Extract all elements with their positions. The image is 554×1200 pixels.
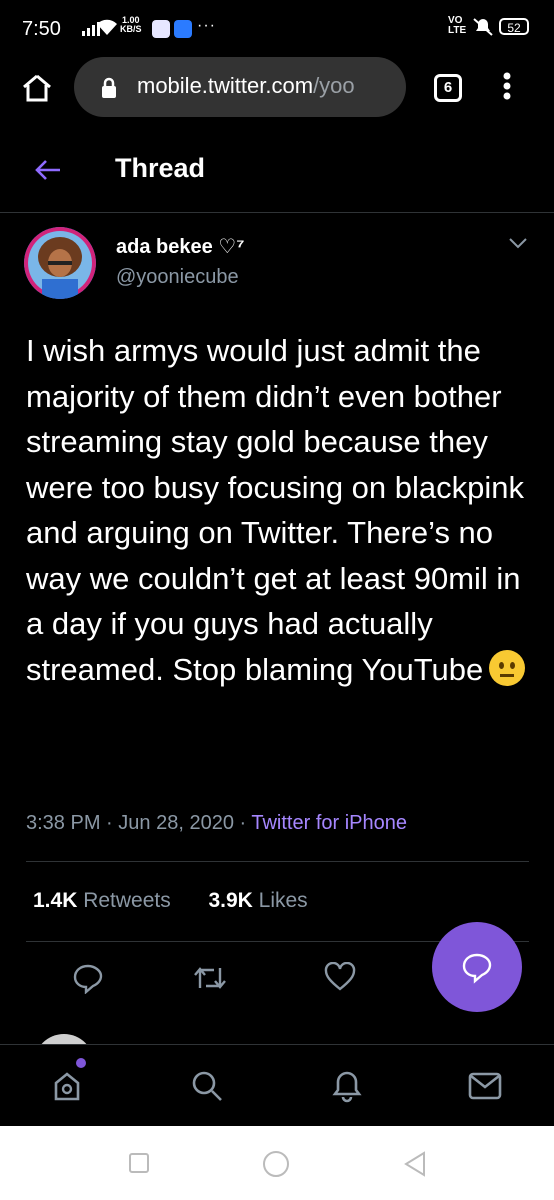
status-bar: 7:50 1.00 KB/S ··· VO LTE 52 [0, 0, 554, 58]
back-triangle-icon[interactable] [402, 1150, 428, 1178]
lock-icon [102, 77, 116, 98]
url-text[interactable]: mobile.twitter.com/yoo [137, 73, 395, 99]
notifications-icon[interactable] [330, 1067, 364, 1103]
notification-app-icon [152, 20, 170, 38]
meta-divider [26, 861, 529, 862]
chevron-down-icon[interactable] [508, 236, 528, 250]
status-time: 7:50 [22, 18, 61, 40]
likes-stat[interactable]: 3.9K Likes [208, 889, 307, 912]
menu-dots-icon[interactable] [502, 72, 512, 102]
neutral-face-emoji [489, 649, 526, 686]
wifi-icon [97, 19, 117, 35]
tweet-source-link[interactable]: Twitter for iPhone [251, 812, 407, 834]
tweet-meta: 3:38 PM · Jun 28, 2020 · Twitter for iPh… [26, 812, 407, 835]
home-icon[interactable] [22, 74, 52, 102]
explore-home-icon[interactable] [50, 1069, 84, 1103]
messages-icon[interactable] [468, 1071, 502, 1101]
back-arrow-icon[interactable] [34, 156, 62, 184]
like-icon[interactable] [324, 962, 356, 992]
tweet-time[interactable]: 3:38 PM [26, 812, 100, 834]
separator: · [239, 812, 247, 834]
unread-indicator [76, 1058, 86, 1068]
display-name[interactable]: ada bekee ♡⁷ [116, 234, 244, 259]
system-navigation-bar [0, 1126, 554, 1200]
user-handle[interactable]: @yooniecube [116, 266, 239, 289]
home-circle-icon[interactable] [262, 1150, 290, 1178]
engagement-counts: 1.4K Retweets 3.9K Likes [33, 889, 308, 913]
compose-reply-icon [462, 953, 492, 984]
reply-icon[interactable] [72, 962, 104, 994]
tweet-text: I wish armys would just admit the majori… [26, 333, 526, 687]
bottom-navigation [0, 1044, 554, 1127]
retweet-icon[interactable] [192, 962, 228, 994]
volte-indicator: VO LTE [448, 15, 467, 36]
notification-app-icon [174, 20, 192, 38]
page-title: Thread [115, 153, 206, 183]
tab-switcher-button[interactable]: 6 [434, 74, 462, 102]
tweet-date[interactable]: Jun 28, 2020 [118, 812, 234, 834]
avatar[interactable] [24, 227, 96, 299]
battery-indicator: 52 [499, 18, 529, 35]
separator: · [106, 812, 113, 834]
header-divider [0, 212, 554, 213]
compose-reply-button[interactable] [432, 922, 522, 1012]
more-notifications: ··· [197, 17, 216, 34]
recents-icon[interactable] [128, 1152, 150, 1174]
retweets-stat[interactable]: 1.4K Retweets [33, 889, 171, 912]
search-icon[interactable] [190, 1069, 224, 1103]
network-speed: 1.00 KB/S [120, 15, 142, 34]
mute-icon [473, 18, 493, 36]
